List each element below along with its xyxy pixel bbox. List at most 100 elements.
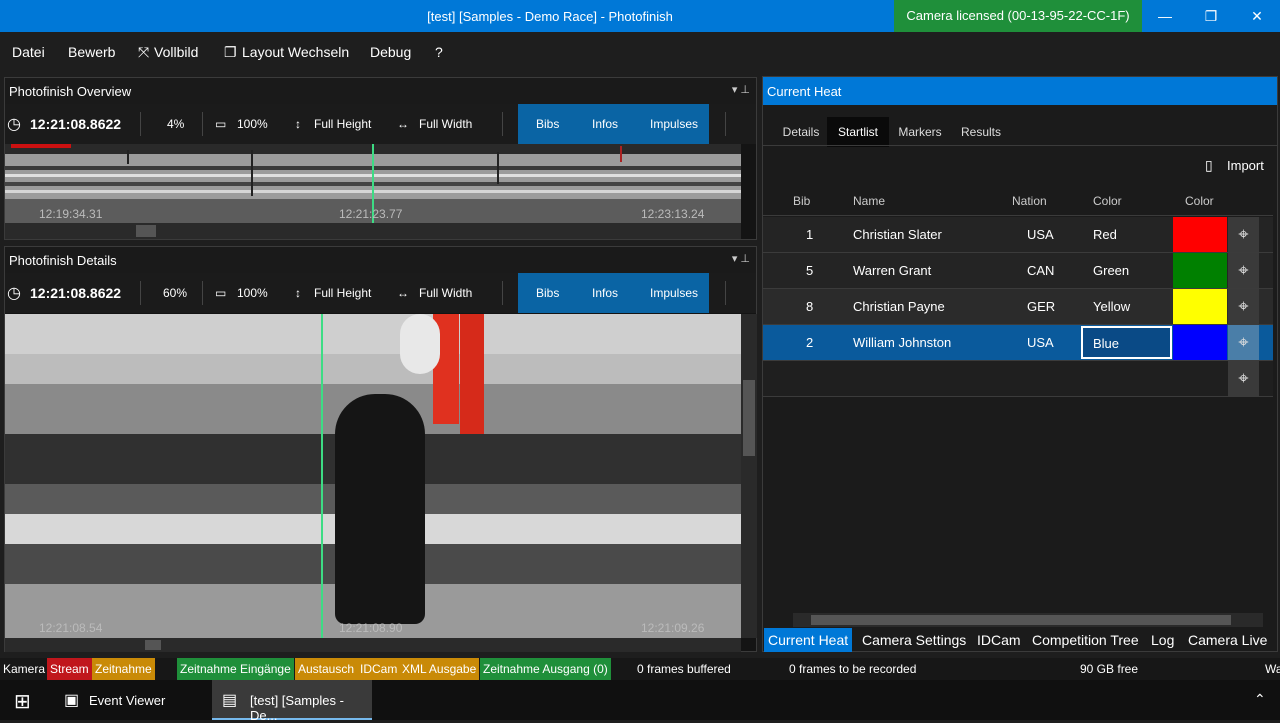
details-image[interactable]: 12:21:08.54 12:21:08.90 12:21:09.26 <box>5 314 741 638</box>
overview-full-height[interactable]: Full Height <box>314 117 371 131</box>
overview-tick-2: 12:23:13.24 <box>641 207 705 221</box>
target-icon[interactable]: ⌖ <box>1228 253 1259 288</box>
overview-image[interactable]: 12:19:34.31 12:21:23.77 12:23:13.24 <box>5 144 741 223</box>
row-bib: 1 <box>806 227 814 242</box>
col-color-swatch[interactable]: Color <box>1185 194 1214 208</box>
pin-icon[interactable]: ▾ ⊥ <box>732 83 750 96</box>
tab-idcam[interactable]: IDCam <box>973 628 1025 652</box>
tab-startlist[interactable]: Startlist <box>827 117 889 147</box>
import-button[interactable]: Import <box>1227 158 1264 173</box>
details-zoom[interactable]: 60% <box>163 286 187 300</box>
startlist-header: Bib Name Nation Color Color <box>763 184 1273 216</box>
menu-datei[interactable]: Datei <box>12 44 45 60</box>
status-xml: XML Ausgabe <box>399 658 480 680</box>
color-swatch <box>1173 289 1227 324</box>
new-row[interactable]: ⌖ <box>763 361 1273 397</box>
tab-details[interactable]: Details <box>777 117 825 147</box>
overview-full-width[interactable]: Full Width <box>419 117 472 131</box>
target-icon[interactable]: ⌖ <box>1228 361 1259 396</box>
row-bib: 8 <box>806 299 814 314</box>
menu-help[interactable]: ? <box>435 44 443 60</box>
status-stream: Stream <box>47 658 92 680</box>
chevron-up-icon[interactable]: ⌃ <box>1254 691 1266 708</box>
details-full-width[interactable]: Full Width <box>419 286 472 300</box>
row-nation: USA <box>1027 335 1054 350</box>
tab-markers[interactable]: Markers <box>893 117 947 147</box>
details-infos-button[interactable]: Infos <box>592 286 618 300</box>
startlist-row-selected[interactable]: 2 William Johnston USA Blue ⌖ <box>763 325 1273 361</box>
status-bar: Kamera Stream Zeitnahme Zeitnahme Eingän… <box>0 658 1280 680</box>
clock-icon: ◷ <box>7 116 21 133</box>
overview-scroll-thumb[interactable] <box>136 225 156 237</box>
current-heat-title: Current Heat <box>767 84 842 99</box>
close-button[interactable]: ✕ <box>1234 0 1280 32</box>
col-color[interactable]: Color <box>1093 194 1122 208</box>
col-nation[interactable]: Nation <box>1012 194 1047 208</box>
color-swatch <box>1173 217 1227 252</box>
overview-impulses-button[interactable]: Impulses <box>650 117 698 131</box>
windows-start-icon[interactable]: ⊞ <box>14 689 31 714</box>
layout-icon[interactable]: ❐ <box>224 44 237 61</box>
details-vscrollbar[interactable] <box>741 314 757 638</box>
fullscreen-icon[interactable]: ⤧ <box>138 44 149 61</box>
current-heat-header: Current Heat <box>763 77 1277 105</box>
overview-toolbar: ◷ 12:21:08.8622 4% ▭ 100% ↕ Full Height … <box>5 104 756 144</box>
overview-bibs-button[interactable]: Bibs <box>536 117 559 131</box>
row-nation: GER <box>1027 299 1056 314</box>
menu-vollbild[interactable]: Vollbild <box>154 44 198 60</box>
pin-icon[interactable]: ▾ ⊥ <box>732 252 750 265</box>
details-toolbar: ◷ 12:21:08.8622 60% ▭ 100% ↕ Full Height… <box>5 273 756 313</box>
taskbar-photofinish[interactable]: ▤ [test] [Samples - De... <box>212 680 372 723</box>
tab-results[interactable]: Results <box>955 117 1007 147</box>
tab-current-heat[interactable]: Current Heat <box>764 628 853 652</box>
target-icon[interactable]: ⌖ <box>1228 217 1259 252</box>
taskbar-event-viewer[interactable]: ▣ Event Viewer <box>54 680 210 720</box>
tab-camera-live[interactable]: Camera Live <box>1184 628 1271 652</box>
menu-debug[interactable]: Debug <box>370 44 411 60</box>
overview-tick-1: 12:21:23.77 <box>339 207 403 221</box>
color-swatch <box>1173 325 1227 360</box>
taskbar: ⊞ ▣ Event Viewer ▤ [test] [Samples - De.… <box>0 680 1280 723</box>
overview-header: Photofinish Overview ▾ ⊥ <box>5 78 756 104</box>
tab-camera-settings[interactable]: Camera Settings <box>858 628 970 652</box>
row-bib: 5 <box>806 263 814 278</box>
color-edit-field[interactable]: Blue <box>1081 326 1172 359</box>
col-name[interactable]: Name <box>853 194 885 208</box>
row-name: William Johnston <box>853 335 952 350</box>
details-scale[interactable]: 100% <box>237 286 268 300</box>
title-bar: [test] [Samples - Demo Race] - Photofini… <box>0 0 1280 32</box>
overview-tick-0: 12:19:34.31 <box>39 207 103 221</box>
details-vscroll-thumb[interactable] <box>743 380 755 456</box>
overview-zoom[interactable]: 4% <box>167 117 184 131</box>
status-buffered: 0 frames buffered <box>637 662 731 676</box>
menu-layout[interactable]: Layout Wechseln <box>242 44 349 60</box>
details-bibs-button[interactable]: Bibs <box>536 286 559 300</box>
startlist-row[interactable]: 1 Christian Slater USA Red ⌖ <box>763 217 1273 253</box>
overview-title: Photofinish Overview <box>9 84 132 99</box>
menu-bewerb[interactable]: Bewerb <box>68 44 115 60</box>
minimize-button[interactable]: — <box>1142 0 1188 32</box>
startlist-hscroll-thumb[interactable] <box>811 615 1231 625</box>
details-hscroll-thumb[interactable] <box>145 640 161 650</box>
details-tick-0: 12:21:08.54 <box>39 621 103 635</box>
col-bib[interactable]: Bib <box>793 194 810 208</box>
target-icon[interactable]: ⌖ <box>1228 289 1259 324</box>
taskbar-event-viewer-label: Event Viewer <box>89 693 166 708</box>
tab-competition-tree[interactable]: Competition Tree <box>1028 628 1143 652</box>
overview-scrollbar[interactable] <box>5 223 741 239</box>
overview-infos-button[interactable]: Infos <box>592 117 618 131</box>
import-icon[interactable]: ▯ <box>1205 157 1213 174</box>
details-hscrollbar[interactable] <box>5 638 741 652</box>
startlist-row[interactable]: 8 Christian Payne GER Yellow ⌖ <box>763 289 1273 325</box>
details-tick-1: 12:21:08.90 <box>339 621 403 635</box>
overview-scale[interactable]: 100% <box>237 117 268 131</box>
row-nation: USA <box>1027 227 1054 242</box>
event-viewer-icon: ▣ <box>64 692 80 709</box>
startlist-row[interactable]: 5 Warren Grant CAN Green ⌖ <box>763 253 1273 289</box>
tab-log[interactable]: Log <box>1147 628 1178 652</box>
target-icon[interactable]: ⌖ <box>1228 325 1259 360</box>
startlist-hscrollbar[interactable] <box>793 613 1263 627</box>
restore-button[interactable]: ❐ <box>1188 0 1234 32</box>
details-impulses-button[interactable]: Impulses <box>650 286 698 300</box>
details-full-height[interactable]: Full Height <box>314 286 371 300</box>
